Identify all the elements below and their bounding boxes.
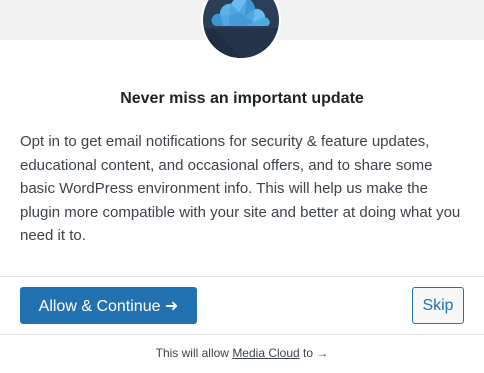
divider xyxy=(0,276,484,277)
opt-in-description: Opt in to get email notifications for se… xyxy=(20,133,461,244)
plugin-name-link[interactable]: Media Cloud xyxy=(232,346,299,360)
plugin-logo xyxy=(201,0,281,60)
permissions-footer: This will allow Media Cloud to → xyxy=(0,346,484,360)
allow-continue-button[interactable]: Allow & Continue ➜ xyxy=(20,287,197,324)
divider xyxy=(0,334,484,335)
skip-button[interactable]: Skip xyxy=(412,287,464,324)
headline: Never miss an important update xyxy=(120,90,364,107)
cloud-icon xyxy=(203,0,279,58)
permissions-toggle[interactable]: to → xyxy=(303,346,328,360)
opt-in-dialog: Never miss an important update Opt in to… xyxy=(0,0,484,373)
footer-prefix: This will allow xyxy=(155,346,229,360)
